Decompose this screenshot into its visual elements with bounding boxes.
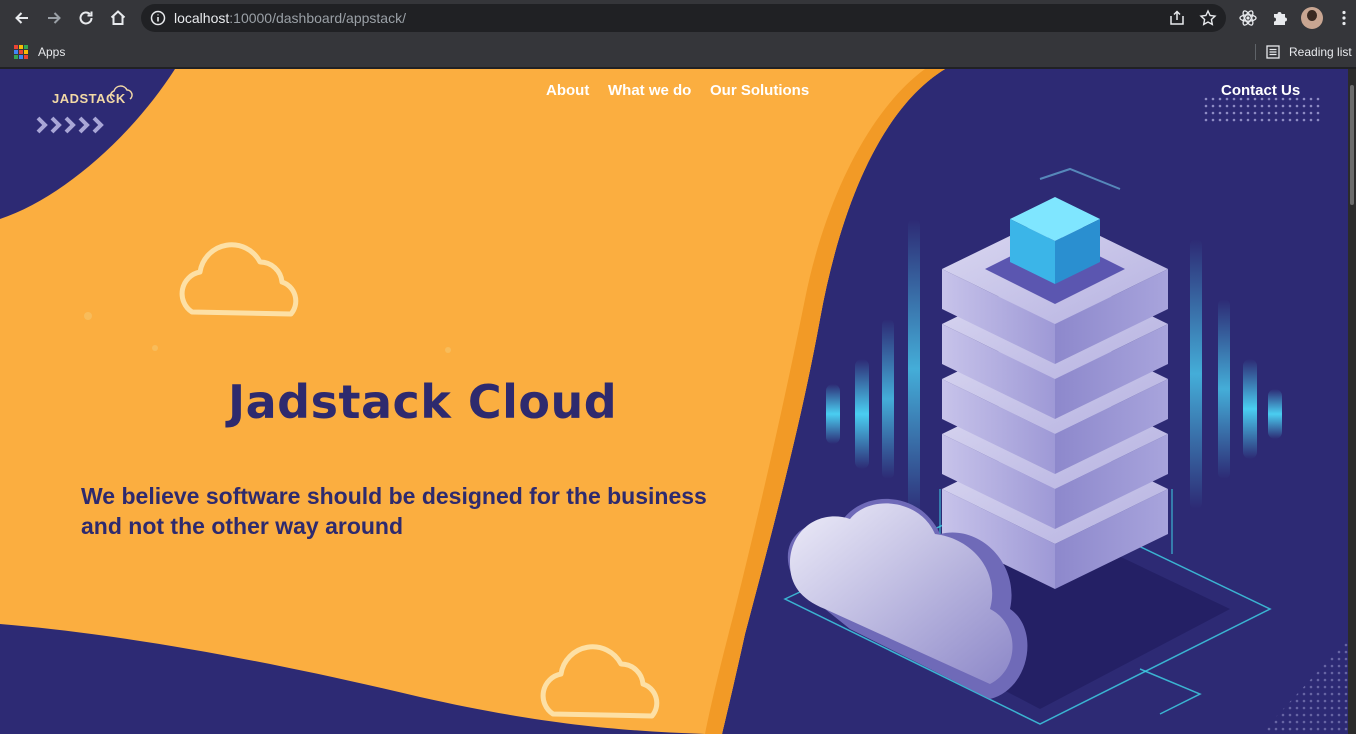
apps-shortcut[interactable]: Apps (14, 42, 65, 62)
bookmarks-separator (1255, 44, 1256, 60)
page-scrollbar[interactable] (1348, 69, 1356, 734)
apps-grid-icon (14, 45, 28, 59)
chevrons-right-icon (36, 116, 104, 134)
reading-list-button[interactable]: Reading list (1266, 42, 1352, 62)
home-icon (110, 10, 126, 25)
share-icon[interactable] (1168, 9, 1186, 27)
apps-label: Apps (38, 45, 66, 59)
logo-text: JADSTACK (52, 91, 126, 106)
web-page: JADSTACK About What we do Our Solutions … (0, 69, 1348, 734)
address-bar[interactable]: localhost:10000/dashboard/appstack/ (141, 4, 1226, 32)
star-icon[interactable] (1199, 9, 1217, 27)
arrow-right-icon (48, 12, 61, 24)
url-path: :10000/dashboard/appstack/ (229, 10, 406, 26)
home-button[interactable] (106, 6, 130, 30)
kebab-menu-icon[interactable] (1334, 8, 1354, 28)
nav-about[interactable]: About (546, 82, 589, 99)
nav-contact-us[interactable]: Contact Us (1221, 82, 1300, 99)
scrollbar-thumb[interactable] (1350, 85, 1354, 205)
hero-background (0, 69, 1348, 734)
url-host: localhost (174, 10, 230, 26)
site-logo[interactable]: JADSTACK (34, 85, 134, 139)
forward-button[interactable] (42, 6, 66, 30)
reading-list-label: Reading list (1289, 45, 1352, 59)
hero-title: Jadstack Cloud (228, 375, 618, 429)
reload-button[interactable] (74, 6, 98, 30)
puzzle-icon[interactable] (1270, 8, 1290, 28)
reload-icon (79, 11, 93, 25)
nav-our-solutions[interactable]: Our Solutions (710, 82, 809, 99)
back-button[interactable] (10, 6, 34, 30)
react-icon[interactable] (1238, 8, 1258, 28)
info-icon[interactable] (149, 9, 167, 27)
reading-list-icon (1266, 45, 1280, 59)
browser-toolbar: localhost:10000/dashboard/appstack/ (0, 0, 1356, 36)
url-text[interactable]: localhost:10000/dashboard/appstack/ (174, 10, 406, 26)
server-tower-illustration (942, 167, 1168, 589)
hero-subtitle: We believe software should be designed f… (81, 483, 707, 539)
nav-what-we-do[interactable]: What we do (608, 82, 691, 99)
bookmarks-bar: Apps Reading list (0, 36, 1356, 68)
profile-avatar[interactable] (1301, 7, 1323, 29)
arrow-left-icon (15, 12, 28, 24)
